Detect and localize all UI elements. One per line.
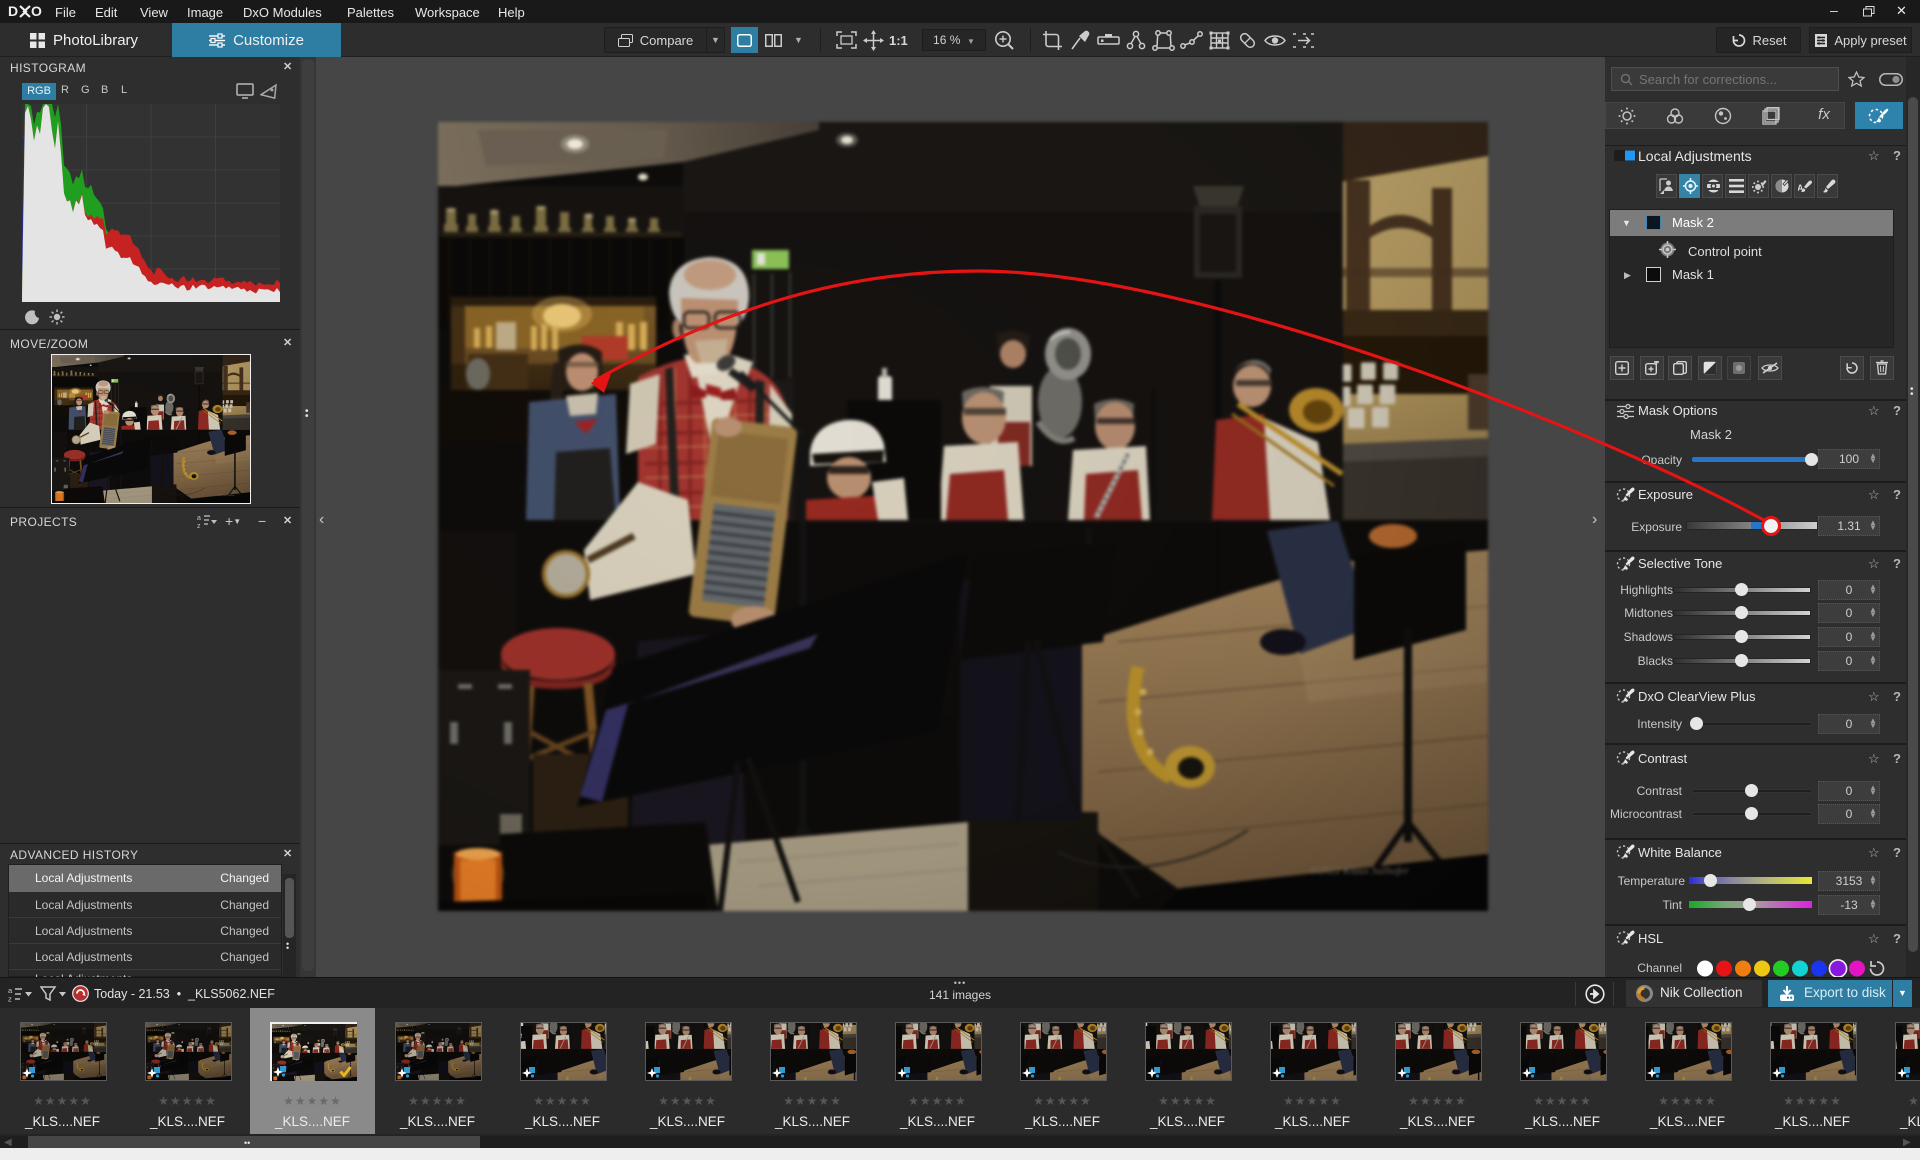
- svg-text:a: a: [197, 515, 201, 522]
- svg-text:D: D: [8, 4, 18, 19]
- svg-text:z: z: [197, 523, 201, 528]
- svg-text:O: O: [31, 4, 42, 19]
